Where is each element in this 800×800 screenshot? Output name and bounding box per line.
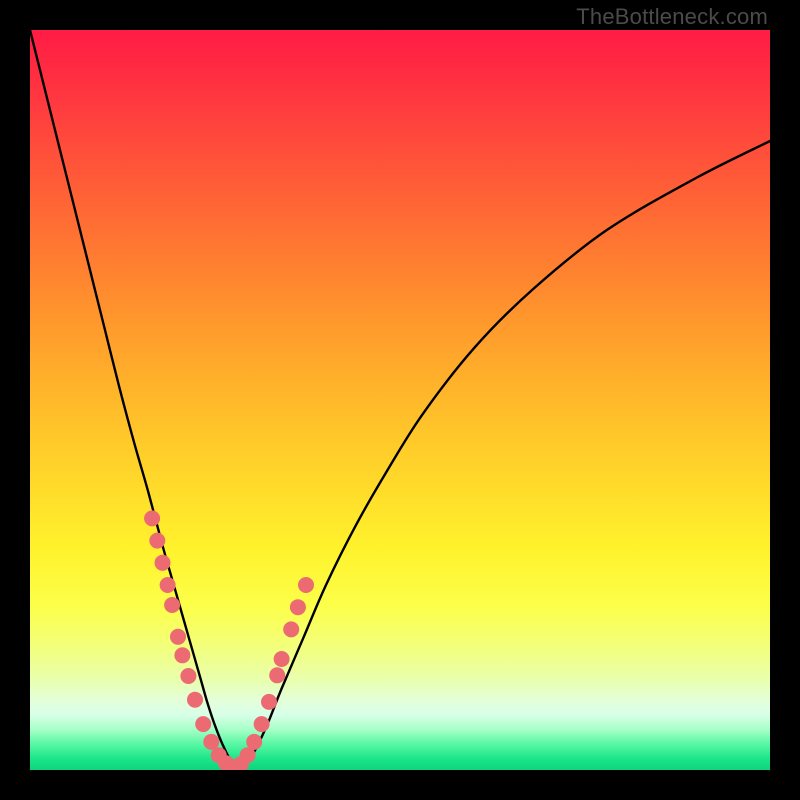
curve-marker — [283, 621, 299, 637]
curve-marker — [144, 510, 160, 526]
curve-marker — [155, 555, 171, 571]
curve-marker — [195, 716, 211, 732]
curve-marker — [298, 577, 314, 593]
curve-layer — [30, 30, 770, 770]
curve-marker — [180, 668, 196, 684]
curve-marker — [164, 597, 180, 613]
curve-marker — [160, 577, 176, 593]
curve-marker — [170, 629, 186, 645]
curve-marker — [254, 716, 270, 732]
curve-marker — [174, 647, 190, 663]
watermark-text: TheBottleneck.com — [576, 4, 768, 30]
curve-marker — [246, 734, 262, 750]
chart-frame: TheBottleneck.com — [0, 0, 800, 800]
curve-marker — [290, 599, 306, 615]
curve-marker — [274, 651, 290, 667]
curve-marker — [187, 692, 203, 708]
plot-area — [30, 30, 770, 770]
curve-marker — [261, 694, 277, 710]
curve-marker — [269, 667, 285, 683]
bottleneck-curve — [30, 30, 770, 767]
curve-marker — [149, 533, 165, 549]
curve-markers — [144, 510, 314, 770]
